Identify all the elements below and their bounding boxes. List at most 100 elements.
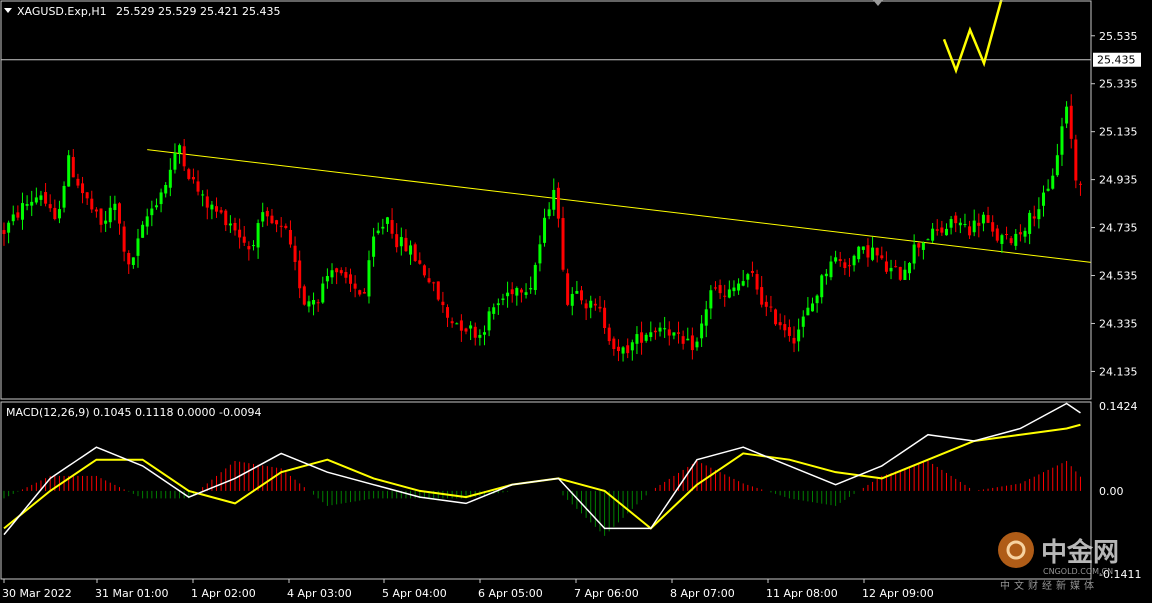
candle-body [57,209,61,219]
candle-body [450,321,454,324]
candle-body [436,281,440,300]
candle-body [131,257,135,265]
candle-body [746,274,750,280]
candle-body [113,203,117,211]
candle-body [787,327,791,336]
candle-body [903,269,907,280]
candle-body [931,228,935,241]
candle-body [141,224,145,238]
candle-body [968,226,972,236]
candle-body [362,292,366,294]
candle-body [455,323,459,325]
candle-body [339,270,343,274]
candle-body [797,329,801,342]
candle-body [718,285,722,294]
candle-body [737,283,741,291]
time-tick-label: 12 Apr 09:00 [862,587,934,600]
price-tick-label: 24.735 [1099,222,1138,235]
candle-body [584,303,588,309]
candle-body [496,303,500,306]
candle-body [349,274,352,284]
candle-body [353,283,357,289]
macd-tick-label: 0.1424 [1099,400,1138,413]
candle-body [677,332,681,334]
candle-body [524,292,528,295]
candle-body [251,245,255,247]
candle-body [367,260,371,297]
candle-body [1009,238,1013,244]
candle-body [1060,126,1064,155]
chart-background [0,0,1152,603]
candle-body [750,270,754,273]
candle-body [908,262,912,274]
candle-body [81,183,85,194]
candle-body [843,262,847,269]
candle-body [607,327,611,342]
candle-body [233,222,237,231]
candle-body [644,334,648,341]
candle-body [612,338,616,349]
candle-body [205,196,209,208]
candle-body [20,203,24,220]
candle-body [977,222,981,226]
candle-body [2,230,6,234]
candle-body [889,267,893,272]
candle-body [635,334,639,344]
candle-body [880,255,884,259]
candle-body [552,189,556,210]
candle-body [774,309,778,325]
time-tick-label: 31 Mar 01:00 [95,587,168,600]
candle-body [741,281,745,286]
candle-body [861,246,865,250]
candle-body [921,242,925,250]
candle-body [196,181,200,192]
candle-body [99,208,103,225]
candle-body [954,215,958,224]
candle-body [630,342,634,351]
candle-body [178,145,182,154]
candle-body [519,289,523,293]
candle-body [459,320,463,331]
candle-body [792,337,796,344]
candle-body [48,204,52,209]
candle-body [700,323,704,339]
candle-body [53,207,57,219]
candle-body [219,210,223,213]
candle-body [917,243,921,248]
candle-body [191,176,195,180]
candle-body [422,265,426,276]
candle-body [667,329,671,336]
candle-body [335,268,339,273]
candle-body [515,287,519,296]
candle-body [580,290,583,301]
candle-body [681,336,685,344]
candle-body [247,246,251,250]
candle-body [570,293,574,306]
time-tick-label: 8 Apr 07:00 [670,587,735,600]
candle-body [182,146,186,167]
candle-body [482,332,486,335]
candle-body [764,301,768,307]
candle-body [972,220,976,233]
candle-body [709,290,713,309]
price-tick-label: 25.535 [1099,30,1138,43]
candle-body [1005,234,1009,236]
candle-body [713,287,717,289]
candle-body [25,204,29,206]
candle-body [991,222,995,232]
candle-body [224,210,228,226]
candle-body [603,307,607,329]
ohlc-values: 25.529 25.529 25.421 25.435 [116,5,280,18]
candle-body [672,332,676,336]
candle-body [806,307,810,316]
candle-body [1051,175,1055,189]
candle-body [30,201,34,206]
candle-body [427,278,431,283]
candle-body [575,291,579,294]
candle-body [561,218,565,270]
candle-body [71,157,75,178]
candle-body [871,247,875,260]
candle-body [344,271,348,278]
candle-body [67,155,71,187]
candle-body [824,273,828,277]
